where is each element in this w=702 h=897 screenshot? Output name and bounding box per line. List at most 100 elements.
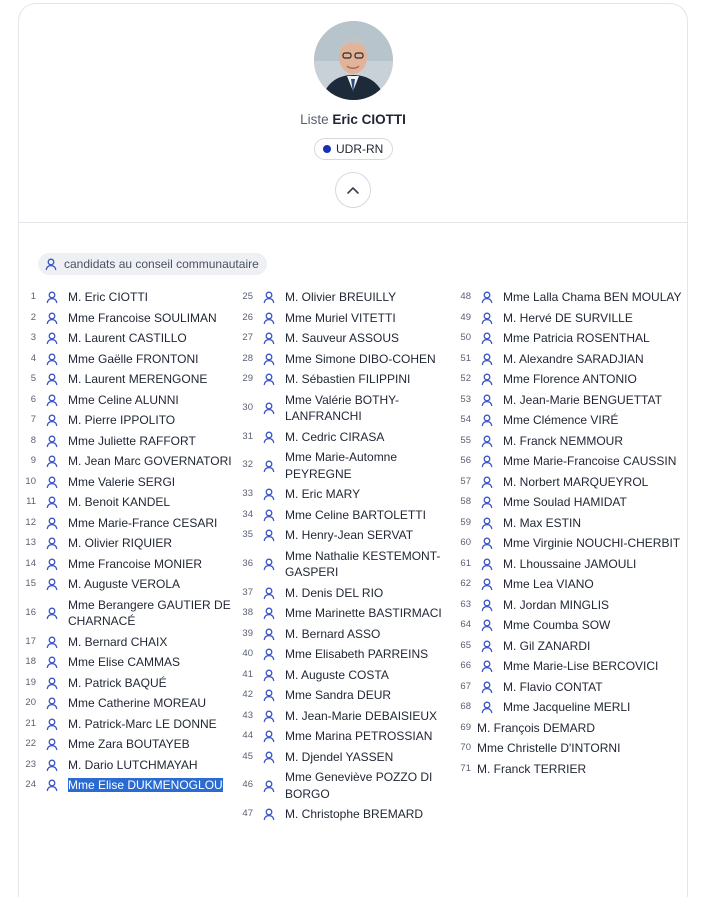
candidates-column-2: 25 M. Olivier BREUILLY 26 Mme Muriel VITETT…	[237, 287, 467, 825]
candidate-number: 31	[242, 430, 253, 442]
party-color-dot	[323, 145, 331, 153]
candidate-name: M. Christophe BREMARD	[285, 807, 424, 821]
candidate-number: 50	[460, 332, 471, 343]
candidates-column-1: 1 M. Eric CIOTTI 2 Mme Francoise SOULIMAN 3 M…	[20, 287, 245, 796]
user-icon	[45, 372, 59, 386]
user-icon	[45, 635, 59, 649]
user-icon	[480, 393, 494, 407]
user-icon	[262, 508, 276, 522]
candidate-name: M. Flavio CONTAT	[503, 679, 603, 694]
candidate-item: 47 M. Christophe BREMARD	[237, 804, 467, 825]
user-icon	[480, 659, 494, 673]
candidate-number: 5	[30, 373, 36, 384]
candidate-name: M. Franck NEMMOUR	[503, 433, 623, 448]
candidate-item: 54 Mme Clémence VIRÉ	[455, 410, 687, 431]
candidate-number: 3	[30, 332, 36, 343]
user-icon	[262, 606, 276, 620]
candidate-item: 50 Mme Patricia ROSENTHAL	[455, 328, 687, 349]
user-icon	[262, 750, 276, 764]
candidate-number: 4	[30, 352, 36, 364]
candidate-number: 15	[25, 578, 36, 589]
candidate-number: 62	[460, 578, 471, 589]
user-icon	[45, 606, 59, 620]
candidate-item: 33 M. Eric MARY	[237, 484, 467, 505]
candidate-number: 9	[30, 455, 36, 466]
candidate-item: 1 M. Eric CIOTTI	[20, 287, 245, 308]
candidate-item: 43 M. Jean-Marie DEBAISIEUX	[237, 706, 467, 727]
candidate-name: Mme Valerie SERGI	[68, 474, 176, 489]
candidate-number: 43	[242, 709, 253, 721]
candidate-name: M. Alexandre SARADJIAN	[503, 351, 644, 366]
candidate-name: Mme Coumba SOW	[503, 618, 611, 632]
candidate-name: Mme Elise DUKMENOGLOU	[68, 778, 223, 792]
candidates-column-3: 48 Mme Lalla Chama BEN MOULAY 49 M. Hervé D…	[455, 287, 687, 779]
candidate-item: 44 Mme Marina PETROSSIAN	[237, 726, 467, 747]
candidate-number: 21	[25, 717, 36, 729]
collapse-button[interactable]	[335, 172, 371, 208]
user-icon	[45, 557, 59, 571]
candidate-name: Mme Catherine MOREAU	[68, 696, 207, 710]
user-icon	[480, 680, 494, 694]
candidate-number: 39	[242, 627, 253, 639]
user-icon	[45, 475, 59, 489]
candidate-name: M. Bernard CHAIX	[68, 634, 168, 649]
candidate-number: 55	[460, 434, 471, 446]
candidate-item: 26 Mme Muriel VITETTI	[237, 308, 467, 329]
candidate-item: 27 M. Sauveur ASSOUS	[237, 328, 467, 349]
candidate-name: Mme Geneviève POZZO DI BORGO	[285, 770, 433, 801]
candidate-number: 12	[25, 516, 36, 528]
candidate-item: 46 Mme Geneviève POZZO DI BORGO	[237, 767, 467, 804]
candidate-number: 26	[242, 311, 253, 323]
user-icon	[262, 627, 276, 641]
candidate-item: 62 Mme Lea VIANO	[455, 574, 687, 595]
candidate-name: M. Sauveur ASSOUS	[285, 331, 400, 345]
candidate-item: 52 Mme Florence ANTONIO	[455, 369, 687, 390]
candidate-item: 70 Mme Christelle D'INTORNI	[455, 738, 687, 759]
candidate-item: 68 Mme Jacqueline MERLI	[455, 697, 687, 718]
candidate-item: 22 Mme Zara BOUTAYEB	[20, 734, 245, 755]
candidate-name: M. Dario LUTCHMAYAH	[68, 757, 198, 772]
candidate-item: 24 Mme Elise DUKMENOGLOU	[20, 775, 245, 796]
user-icon	[262, 668, 276, 682]
candidate-number: 33	[242, 488, 253, 499]
candidate-name: M. Jean-Marie BENGUETTAT	[503, 392, 662, 407]
candidate-name: M. Sébastien FILIPPINI	[285, 372, 411, 386]
candidate-item: 17 M. Bernard CHAIX	[20, 632, 245, 653]
user-icon	[262, 647, 276, 661]
candidate-number: 44	[242, 730, 253, 741]
candidate-item: 11 M. Benoit KANDEL	[20, 492, 245, 513]
candidate-number: 35	[242, 529, 253, 540]
candidate-number: 2	[30, 311, 36, 323]
candidate-item: 69 M. François DEMARD	[455, 718, 687, 739]
candidate-item: 39 M. Bernard ASSO	[237, 624, 467, 645]
candidate-number: 46	[242, 779, 253, 791]
candidate-number: 24	[25, 779, 36, 790]
candidate-item: 10 Mme Valerie SERGI	[20, 472, 245, 493]
user-icon	[45, 434, 59, 448]
candidate-name: M. Djendel YASSEN	[285, 749, 394, 764]
party-badge: UDR-RN	[314, 138, 394, 160]
candidate-name: Mme Jacqueline MERLI	[503, 700, 631, 714]
candidate-number: 32	[242, 459, 253, 471]
candidate-name: M. Olivier BREUILLY	[285, 290, 397, 304]
candidate-item: 32 Mme Marie-Automne PEYREGNE	[237, 447, 467, 484]
user-icon	[45, 655, 59, 669]
candidate-number: 29	[242, 373, 253, 384]
candidate-item: 13 M. Olivier RIQUIER	[20, 533, 245, 554]
candidate-item: 59 M. Max ESTIN	[455, 513, 687, 534]
candidate-item: 53 M. Jean-Marie BENGUETTAT	[455, 390, 687, 411]
candidate-number: 10	[25, 475, 36, 487]
candidate-item: 29 M. Sébastien FILIPPINI	[237, 369, 467, 390]
user-icon	[45, 536, 59, 550]
candidate-item: 25 M. Olivier BREUILLY	[237, 287, 467, 308]
candidate-name: Mme Marie-France CESARI	[68, 515, 218, 530]
user-icon	[480, 700, 494, 714]
chevron-up-icon	[347, 187, 359, 194]
candidate-item: 5 M. Laurent MERENGONE	[20, 369, 245, 390]
user-icon	[262, 372, 276, 386]
candidate-name: Mme Marina PETROSSIAN	[285, 729, 433, 743]
candidate-name: Mme Gaëlle FRONTONI	[68, 351, 199, 366]
candidate-number: 47	[242, 808, 253, 819]
candidate-name: Mme Berangere GAUTIER DE CHARNACÉ	[68, 597, 231, 629]
user-icon	[480, 618, 494, 632]
